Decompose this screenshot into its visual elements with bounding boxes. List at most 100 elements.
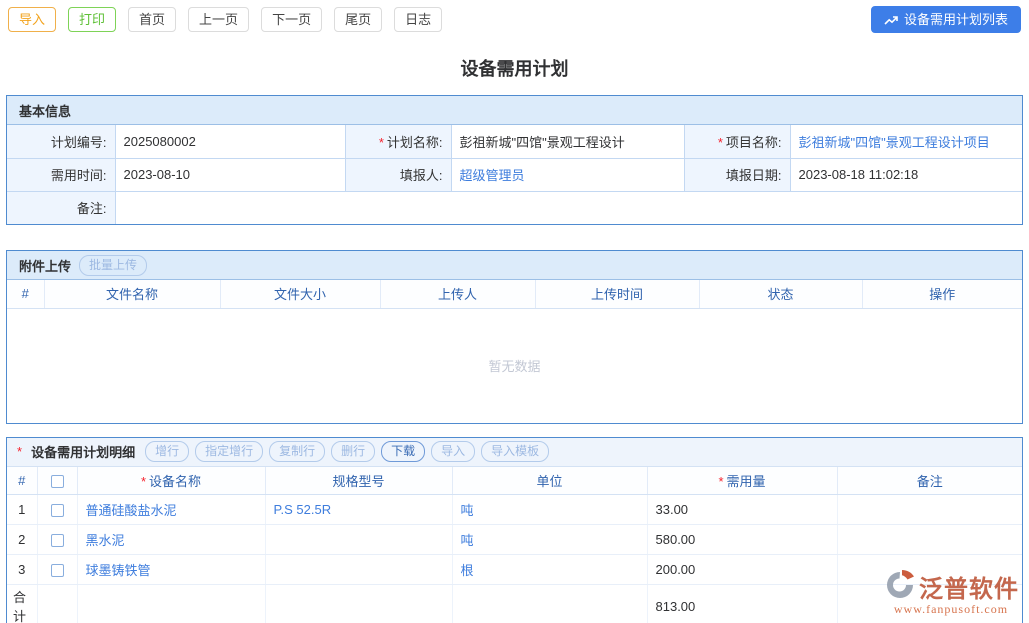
col-uploader: 上传人 [380,280,535,308]
basic-info-header: 基本信息 [7,96,1022,125]
detail-title: 设备需用计划明细 [31,442,135,461]
col-unit: 单位 [452,467,647,495]
home-page-button[interactable]: 首页 [128,7,176,32]
log-button[interactable]: 日志 [394,7,442,32]
row-checkbox[interactable] [51,504,64,517]
unit-cell: 吨 [452,525,647,555]
unit-cell: 吨 [452,495,647,525]
basic-info-row-3: 备注: [7,191,1022,224]
attachments-header-row: # 文件名称 文件大小 上传人 上传时间 状态 操作 [7,280,1022,308]
download-button[interactable]: 下载 [381,441,425,462]
total-label: 合计 [7,585,37,623]
model-cell [265,555,452,585]
required-mark: * [718,135,723,150]
basic-info-row-2: 需用时间: 2023-08-10 填报人: 超级管理员 填报日期: 2023-0… [7,158,1022,191]
prev-page-button[interactable]: 上一页 [188,7,249,32]
col-equipment-name: *设备名称 [77,467,265,495]
detail-row: 1 普通硅酸盐水泥 P.S 52.5R 吨 33.00 [7,495,1022,525]
project-name-link[interactable]: 彭祖新城"四馆"景观工程设计项目 [799,135,990,150]
detail-row: 3 球墨铸铁管 根 200.00 [7,555,1022,585]
equipment-name-link[interactable]: 普通硅酸盐水泥 [86,503,177,518]
unit-link[interactable]: 根 [461,563,474,578]
total-model-cell [265,585,452,623]
total-qty: 813.00 [647,585,837,623]
total-select-cell [37,585,77,623]
import-button[interactable]: 导入 [8,7,56,32]
remark-cell [837,555,1022,585]
print-button[interactable]: 打印 [68,7,116,32]
plan-no-value: 2025080002 [115,125,345,158]
reporter-link[interactable]: 超级管理员 [460,168,525,183]
col-upload-time: 上传时间 [535,280,699,308]
row-select-cell [37,525,77,555]
row-checkbox[interactable] [51,564,64,577]
remark-cell [837,495,1022,525]
row-select-cell [37,495,77,525]
batch-upload-button[interactable]: 批量上传 [79,255,147,276]
model-cell [265,525,452,555]
detail-row: 2 黑水泥 吨 580.00 [7,525,1022,555]
top-toolbar: 导入 打印 首页 上一页 下一页 尾页 日志 设备需用计划列表 [0,0,1029,38]
attachments-header: 附件上传 批量上传 [7,251,1022,280]
project-name-label: *项目名称: [684,125,790,158]
equipment-name-link[interactable]: 球墨铸铁管 [86,563,151,578]
plan-no-label: 计划编号: [7,125,115,158]
need-date-value: 2023-08-10 [115,158,345,191]
detail-table: # *设备名称 规格型号 单位 *需用量 备注 1 普通硅酸盐水泥 P.S 52… [7,467,1022,623]
plan-list-button[interactable]: 设备需用计划列表 [871,6,1021,33]
need-date-label: 需用时间: [7,158,115,191]
col-qty: *需用量 [647,467,837,495]
row-index: 3 [7,555,37,585]
remark-label: 备注: [7,191,115,224]
col-index: # [7,280,44,308]
qty-cell: 33.00 [647,495,837,525]
unit-cell: 根 [452,555,647,585]
unit-link[interactable]: 吨 [461,503,474,518]
remark-cell [837,525,1022,555]
attachments-table: # 文件名称 文件大小 上传人 上传时间 状态 操作 [7,280,1022,309]
reporter-value: 超级管理员 [451,158,684,191]
import-template-button[interactable]: 导入模板 [481,441,549,462]
insert-row-button[interactable]: 指定增行 [195,441,263,462]
col-model: 规格型号 [265,467,452,495]
total-remark-cell [837,585,1022,623]
basic-info-panel: 基本信息 计划编号: 2025080002 *计划名称: 彭祖新城"四馆"景观工… [6,95,1023,225]
add-row-button[interactable]: 增行 [145,441,189,462]
qty-cell: 580.00 [647,525,837,555]
delete-row-button[interactable]: 删行 [331,441,375,462]
row-checkbox[interactable] [51,534,64,547]
copy-row-button[interactable]: 复制行 [269,441,325,462]
model-cell: P.S 52.5R [265,495,452,525]
required-mark: * [379,135,384,150]
equipment-name-cell: 普通硅酸盐水泥 [77,495,265,525]
total-name-cell [77,585,265,623]
remark-value [115,191,1022,224]
col-file-name: 文件名称 [44,280,220,308]
equipment-name-link[interactable]: 黑水泥 [86,533,125,548]
select-all-checkbox[interactable] [51,475,64,488]
col-status: 状态 [699,280,862,308]
trending-up-icon [884,13,898,27]
row-select-cell [37,555,77,585]
required-mark: * [718,474,723,489]
row-index: 1 [7,495,37,525]
equipment-name-cell: 球墨铸铁管 [77,555,265,585]
reporter-label: 填报人: [345,158,451,191]
last-page-button[interactable]: 尾页 [334,7,382,32]
total-unit-cell [452,585,647,623]
model-link[interactable]: P.S 52.5R [274,502,332,517]
import-rows-button[interactable]: 导入 [431,441,475,462]
report-date-label: 填报日期: [684,158,790,191]
project-name-value: 彭祖新城"四馆"景观工程设计项目 [790,125,1022,158]
report-date-value: 2023-08-18 11:02:18 [790,158,1022,191]
required-mark: * [141,474,146,489]
unit-link[interactable]: 吨 [461,533,474,548]
col-file-size: 文件大小 [220,280,380,308]
no-data-text: 暂无数据 [488,356,540,375]
attachments-panel: 附件上传 批量上传 # 文件名称 文件大小 上传人 上传时间 状态 操作 暂无数… [6,250,1023,424]
equipment-name-cell: 黑水泥 [77,525,265,555]
plan-name-value: 彭祖新城"四馆"景观工程设计 [451,125,684,158]
next-page-button[interactable]: 下一页 [261,7,322,32]
detail-panel: * 设备需用计划明细 增行 指定增行 复制行 删行 下载 导入 导入模板 # *… [6,437,1023,623]
col-remark: 备注 [837,467,1022,495]
